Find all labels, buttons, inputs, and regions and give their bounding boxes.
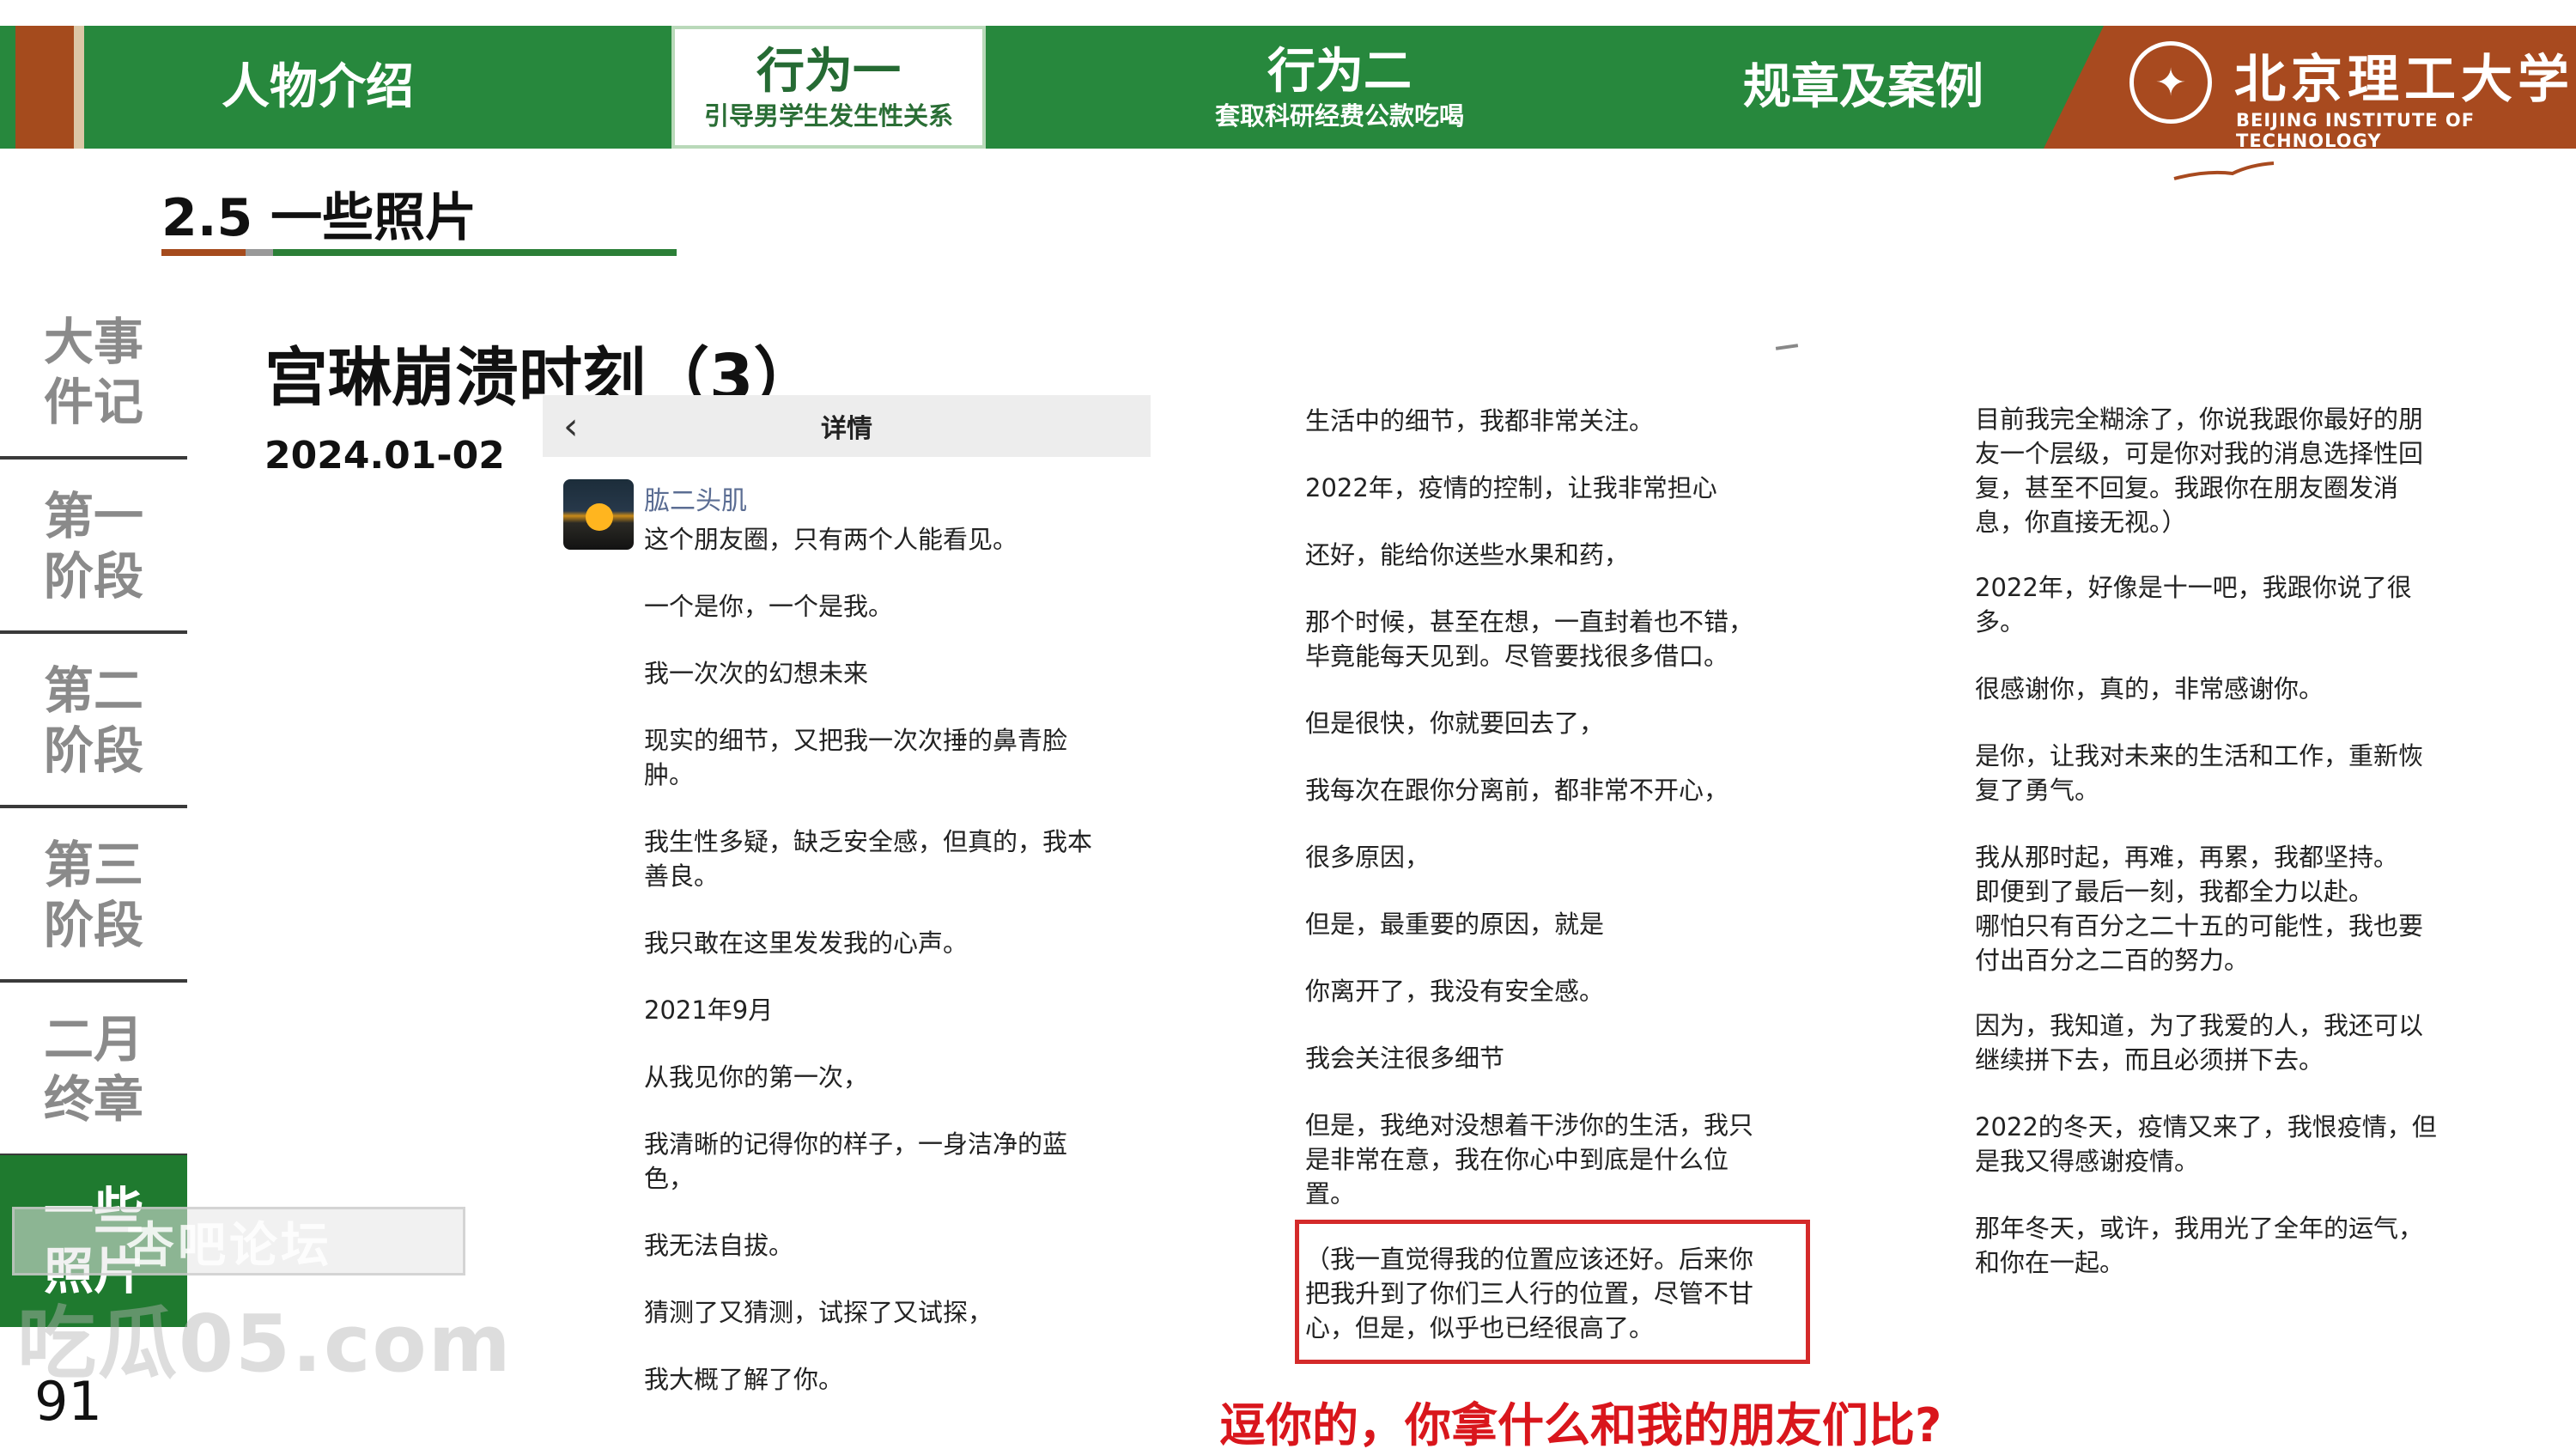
sidebar-item-label: 第二 xyxy=(43,661,143,720)
sidebar-item-label: 二月 xyxy=(43,1010,143,1068)
post-paragraph: 目前我完全糊涂了，你说我跟你最好的朋 友一个层级，可是你对我的消息选择性回 复，… xyxy=(1975,405,2424,537)
post-paragraph: 我会关注很多细节 xyxy=(1305,1044,1505,1073)
post-paragraph: 但是很快，你就要回去了， xyxy=(1305,709,1605,738)
post-paragraph: 很多原因， xyxy=(1305,843,1431,872)
post-paragraph: 生活中的细节，我都非常关注。 xyxy=(1305,406,1655,435)
post-paragraph: 我生性多疑，缺乏安全感，但真的，我本 善良。 xyxy=(644,827,1093,891)
post-paragraph: 一个是你，一个是我。 xyxy=(644,592,894,621)
post-paragraph: 我每次在跟你分离前，都非常不开心， xyxy=(1305,776,1729,805)
post-paragraph: 现实的细节，又把我一次次捶的鼻青脸 肿。 xyxy=(644,726,1068,789)
post-paragraph: 但是，最重要的原因，就是 xyxy=(1305,910,1605,939)
post-paragraph: 但是，我绝对没想着干涉你的生活，我只 是非常在意，我在你心中到底是什么位 置。 xyxy=(1305,1111,1754,1208)
nav-tab-rules-cases[interactable]: 规章及案例 xyxy=(1700,26,2026,149)
sidebar-item-february-finale[interactable]: 二月 终章 xyxy=(0,985,187,1157)
post-paragraph: 猜测了又猜测，试探了又试探， xyxy=(644,1298,993,1327)
post-paragraph: 2022年，好像是十一吧，我跟你说了很 多。 xyxy=(1975,573,2412,636)
section-underline xyxy=(161,249,677,256)
post-author-name[interactable]: 肱二头肌 xyxy=(644,479,747,517)
section-title: 2.5 一些照片 xyxy=(161,188,477,248)
nav-tab-label: 人物介绍 xyxy=(222,58,414,115)
sidebar-item-stage-two[interactable]: 第二 阶段 xyxy=(0,636,187,808)
sidebar-item-label: 大事 xyxy=(43,313,143,371)
post-paragraph: 还好，能给你送些水果和药， xyxy=(1305,540,1630,569)
university-name-en: BEIJING INSTITUTE OF TECHNOLOGY xyxy=(2236,110,2476,151)
post-paragraph: 是你，让我对未来的生活和工作，重新恢 复了勇气。 xyxy=(1975,741,2424,805)
sidebar-item-label: 第三 xyxy=(43,836,143,894)
post-paragraph: 我清晰的记得你的样子，一身洁净的蓝 色， xyxy=(644,1129,1068,1193)
watermark-text: 杏吧论坛 xyxy=(126,1217,332,1274)
sidebar-item-stage-one[interactable]: 第一 阶段 xyxy=(0,462,187,634)
post-paragraph: 那个时候，甚至在想，一直封着也不错， 毕竟能每天见到。尽管要找很多借口。 xyxy=(1305,607,1754,671)
post-paragraph: 我一次次的幻想未来 xyxy=(644,659,869,688)
nav-tab-label: 行为二 xyxy=(1267,43,1412,100)
post-paragraph: 你离开了，我没有安全感。 xyxy=(1305,977,1605,1006)
nav-left-accent-stripe xyxy=(74,26,84,149)
sidebar-item-label: 终章 xyxy=(43,1070,143,1129)
post-paragraph: 我无法自拔。 xyxy=(644,1231,794,1260)
decorative-brush-stroke xyxy=(2173,161,2275,180)
nav-tab-label: 行为一 xyxy=(756,43,901,100)
highlight-box xyxy=(1295,1220,1810,1364)
sidebar-item-label: 阶段 xyxy=(43,547,143,606)
post-paragraph: 很感谢你，真的，非常感谢你。 xyxy=(1975,674,2324,703)
post-paragraph: 2022年，疫情的控制，让我非常担心 xyxy=(1305,473,1717,502)
post-paragraph: 那年冬天，或许，我用光了全年的运气， 和你在一起。 xyxy=(1975,1214,2424,1277)
sidebar-item-stage-three[interactable]: 第三 阶段 xyxy=(0,811,187,983)
post-paragraph: 我大概了解了你。 xyxy=(644,1365,844,1394)
sidebar-item-major-events[interactable]: 大事 件记 xyxy=(0,288,187,460)
post-paragraph: 从我见你的第一次， xyxy=(644,1062,869,1092)
slide-date: 2024.01-02 xyxy=(264,434,505,478)
nav-tab-sublabel: 引导男学生发生性关系 xyxy=(703,100,953,131)
sidebar-item-label: 件记 xyxy=(43,373,143,431)
nav-tab-person-intro[interactable]: 人物介绍 xyxy=(129,26,507,149)
avatar[interactable] xyxy=(563,479,634,550)
nav-tab-behavior-two[interactable]: 行为二 套取科研经费公款吃喝 xyxy=(1168,26,1511,149)
sidebar-item-label: 阶段 xyxy=(43,896,143,954)
forum-watermark: 杏吧论坛 xyxy=(12,1207,465,1275)
university-name-cn: 北京理工大学 xyxy=(2234,50,2574,110)
page-number: 91 xyxy=(34,1370,102,1433)
top-nav-bar: 人物介绍 行为一 引导男学生发生性关系 行为二 套取科研经费公款吃喝 规章及案例… xyxy=(0,26,2576,149)
phone-detail-header: ‹ 详情 xyxy=(543,395,1151,457)
post-paragraph: 因为，我知道，为了我爱的人，我还可以 继续拼下去，而且必须拼下去。 xyxy=(1975,1011,2424,1075)
nav-tab-behavior-one[interactable]: 行为一 引导男学生发生性关系 xyxy=(671,26,986,149)
nav-tab-label: 规章及案例 xyxy=(1743,58,1984,115)
university-seal-icon: ✦ xyxy=(2129,41,2212,124)
nav-tab-sublabel: 套取科研经费公款吃喝 xyxy=(1214,100,1464,131)
university-brand: ✦ 北京理工大学 BEIJING INSTITUTE OF TECHNOLOGY xyxy=(2044,26,2576,149)
post-paragraph: 2022的冬天，疫情又来了，我恨疫情，但 是我又得感谢疫情。 xyxy=(1975,1112,2437,1176)
nav-left-accent xyxy=(15,26,74,149)
sidebar-item-label: 第一 xyxy=(43,487,143,545)
phone-header-title: 详情 xyxy=(821,414,872,444)
red-annotation-caption: 逗你的，你拿什么和我的朋友们比? xyxy=(1219,1398,1942,1452)
post-paragraph: 我从那时起，再难，再累，我都坚持。 即便到了最后一刻，我都全力以赴。 哪怕只有百… xyxy=(1975,843,2424,975)
sidebar-item-label: 阶段 xyxy=(43,721,143,780)
post-paragraph: 2021年9月 xyxy=(644,995,774,1025)
post-paragraph: 这个朋友圈，只有两个人能看见。 xyxy=(644,525,1018,554)
stray-mark xyxy=(1775,344,1799,350)
post-paragraph: 我只敢在这里发发我的心声。 xyxy=(644,928,969,958)
